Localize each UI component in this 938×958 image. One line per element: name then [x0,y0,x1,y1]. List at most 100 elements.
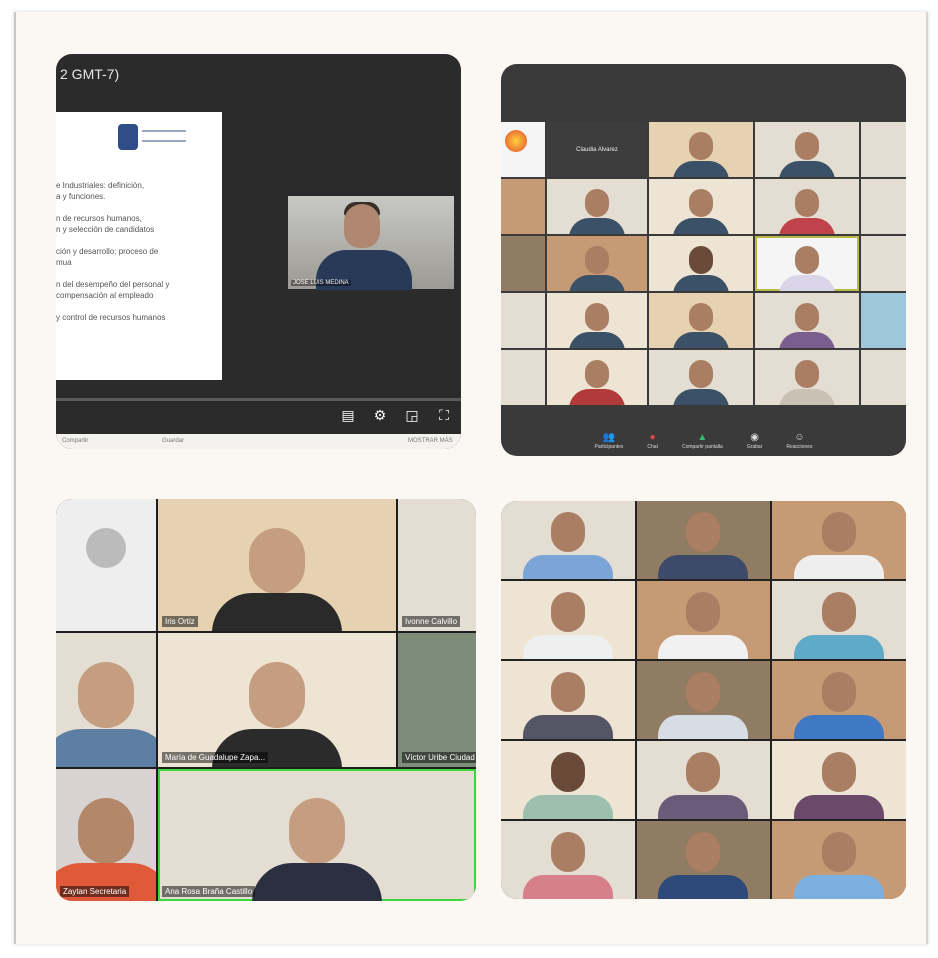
participant-tile [501,581,635,659]
share-button[interactable]: Compartir [62,438,88,444]
meeting-toolbar: 👥 Participantes ● Chat ▲ Compartir pantalla… [501,426,906,456]
show-more-button[interactable]: MOSTRAR MÁS [408,438,453,444]
video-progress-bar[interactable] [56,398,461,401]
participant-head [689,131,713,160]
sun-logo-icon [505,130,527,152]
participant-tile [547,293,647,348]
participant-head [550,671,585,712]
participant-head [822,831,857,872]
participant-tile [501,821,635,899]
institution-logo-text [142,130,186,142]
participant-tile [547,179,647,234]
participant-body [794,555,885,579]
participant-head [795,302,819,331]
presenter-camera: JOSE LUIS MEDINA [288,196,454,290]
chat-icon: ● [649,432,656,443]
participant-tile [501,350,545,405]
presentation-slide: e Industriales: definición, a y funcione… [56,112,222,380]
participant-head [689,359,713,388]
participant-name: Ivonne Calvillo [402,616,461,627]
participant-tile [772,661,906,739]
participant-name: Zaytan Secretaria [60,886,130,897]
participant-body [522,715,613,739]
participant-tile [755,350,859,405]
share-screen-label: Compartir pantalla [681,444,723,450]
participant-body [673,161,729,177]
participant-body [252,863,382,901]
participant-body [673,218,729,234]
participant-body [569,218,625,234]
participant-tile [547,236,647,291]
participant-head [822,511,857,552]
save-button[interactable]: Guardar [162,438,184,444]
slide-bullets: e Industriales: definición, a y funcione… [56,180,216,334]
participant-tile [649,350,753,405]
participant-head [686,511,721,552]
participant-tile: Víctor Uribe Ciudad [398,633,476,767]
participant-head [78,662,134,729]
slide-bullet: ción y desarrollo: proceso de mua [56,247,159,267]
gallery-panel-office [501,501,906,899]
participant-name: Ana Rosa Braña Castillo [162,886,256,897]
participant-tile [501,122,545,177]
institution-logo [118,124,138,150]
participant-head [585,302,609,331]
reactions-button[interactable]: ☺ Reacciones [786,432,812,450]
participant-head [585,245,609,274]
participant-body [658,715,749,739]
chat-button[interactable]: ● Chat [647,432,658,450]
participant-tile [501,741,635,819]
participant-grid [501,501,906,899]
participant-head [689,302,713,331]
participant-tile [649,179,753,234]
webinar-player-panel: 2 GMT-7) e Industriales: definición, a y… [56,54,461,449]
participant-name-card: Claudia Alvarez [547,122,647,177]
participant-body [794,795,885,819]
participant-tile [501,293,545,348]
participant-body [569,389,625,405]
participant-tile [861,236,906,291]
miniplayer-icon[interactable]: ◲ [403,406,421,424]
share-screen-icon: ▲ [697,432,708,443]
participants-label: Participantes [594,444,624,450]
record-icon: ◉ [750,432,759,443]
settings-gear-icon[interactable]: ⚙ [371,406,389,424]
presenter-head [344,204,380,248]
zoom-gallery-panel: Claudia Alvarez 👥 Participantes ● Chat ▲… [501,64,906,456]
fullscreen-icon[interactable]: ⛶ [435,406,453,424]
player-controls: ▤ ⚙ ◲ ⛶ [339,406,453,424]
participant-body [522,795,613,819]
participant-tile [755,122,859,177]
participant-body [658,795,749,819]
participant-tile [772,581,906,659]
participant-tile [772,741,906,819]
participant-head [550,831,585,872]
participant-head [585,188,609,217]
participant-tile: María de Guadalupe Zapa... [158,633,396,767]
participant-head [689,245,713,274]
collage-frame: 2 GMT-7) e Industriales: definición, a y… [14,12,928,944]
participant-head [795,131,819,160]
participant-head [289,798,345,865]
participants-button[interactable]: 👥 Participantes [594,432,623,450]
participant-body [779,218,835,234]
slide-bullet: n de recursos humanos, n y selección de … [56,214,155,234]
participant-body [658,555,749,579]
participant-body [569,275,625,291]
participant-grid: Claudia Alvarez [501,122,906,405]
participant-name: Víctor Uribe Ciudad [402,752,476,763]
share-screen-button[interactable]: ▲ Compartir pantalla [682,432,723,450]
slide-bullet: e Industriales: definición, a y funcione… [56,181,145,201]
captions-icon[interactable]: ▤ [339,406,357,424]
chat-label: Chat [647,444,658,450]
participant-body [673,332,729,348]
participant-body [522,875,613,899]
participant-tile [861,293,906,348]
participant-tile [861,122,906,177]
record-button[interactable]: ◉ Grabar [747,432,763,450]
participants-icon: 👥 [602,432,616,443]
participant-head [795,245,819,274]
slide-bullet: n del desempeño del personal y compensac… [56,280,170,300]
participant-head [686,591,721,632]
reactions-label: Reacciones [786,444,813,450]
